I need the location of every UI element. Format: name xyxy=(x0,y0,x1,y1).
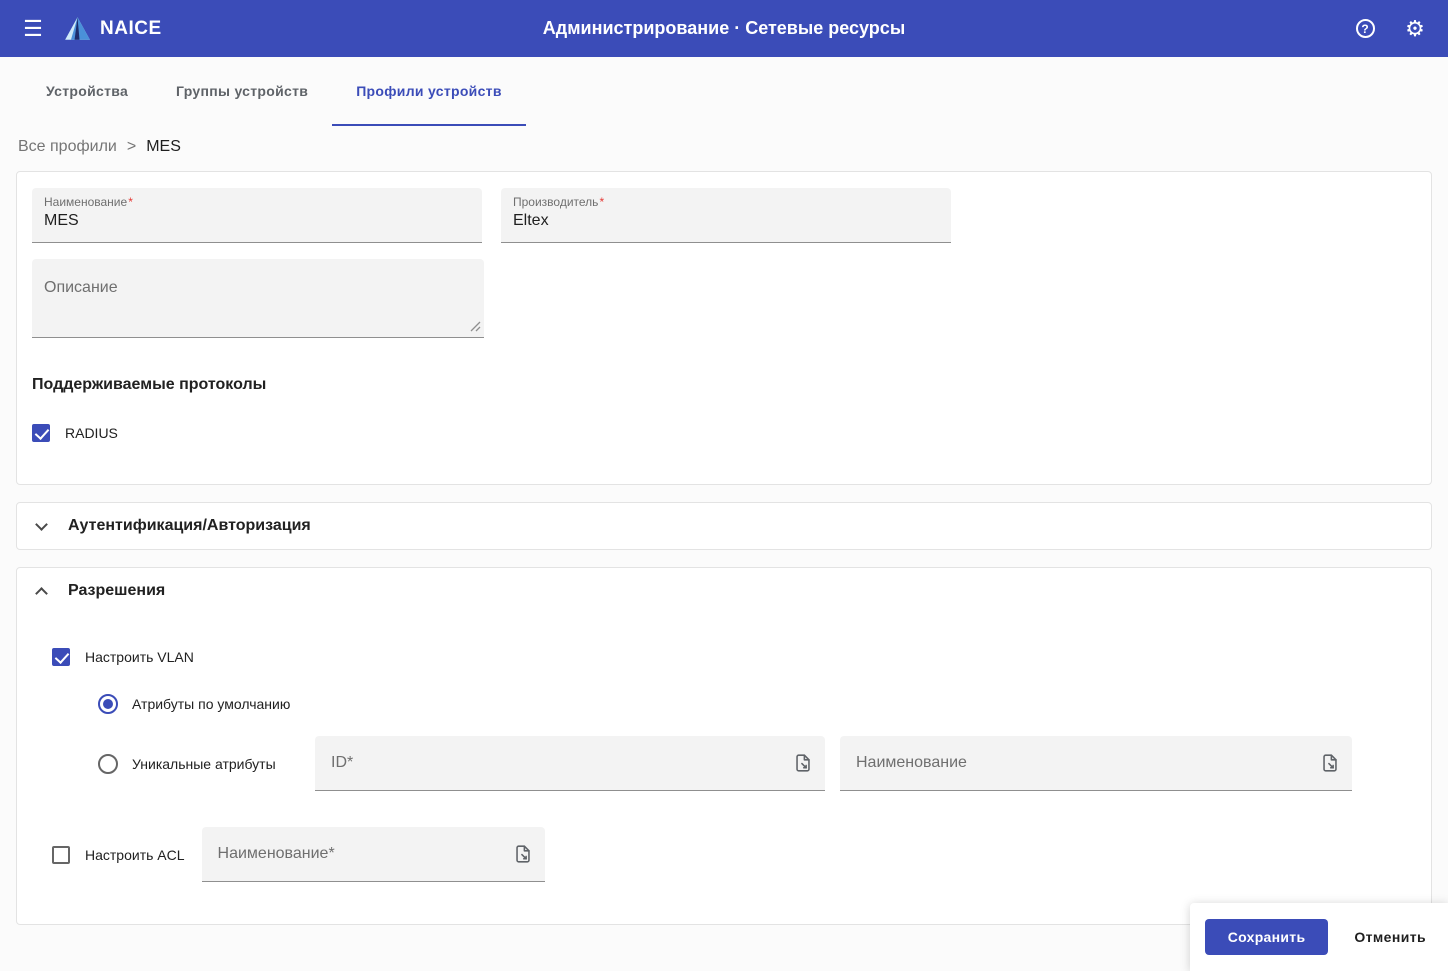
required-asterisk: * xyxy=(128,195,133,209)
auth-section: Аутентификация/Авторизация xyxy=(16,502,1432,550)
required-asterisk: * xyxy=(599,195,604,209)
tab-device-groups[interactable]: Группы устройств xyxy=(152,57,332,126)
checkbox-icon xyxy=(52,846,70,864)
description-field xyxy=(32,259,484,338)
profile-form-card: Наименование* Производитель* Поддерживае… xyxy=(16,171,1432,485)
vlan-checkbox[interactable]: Настроить VLAN xyxy=(52,648,1415,666)
vlan-name-input[interactable] xyxy=(854,753,1318,773)
actions-card: Сохранить Отменить xyxy=(1190,903,1448,971)
breadcrumb: Все профили > MES xyxy=(0,126,1448,171)
auth-section-title: Аутентификация/Авторизация xyxy=(68,517,311,535)
appbar-actions: ? ⚙ xyxy=(1346,10,1434,48)
vendor-field-label: Производитель* xyxy=(513,195,939,209)
acl-row: Настроить ACL xyxy=(33,827,1415,882)
chevron-down-icon xyxy=(35,518,48,531)
cancel-button[interactable]: Отменить xyxy=(1350,921,1430,953)
unique-attributes-radio[interactable]: Уникальные атрибуты xyxy=(98,754,297,774)
radio-icon xyxy=(98,754,118,774)
save-button[interactable]: Сохранить xyxy=(1205,919,1329,955)
permissions-section: Разрешения Настроить VLAN Атрибуты по ум… xyxy=(16,567,1432,925)
name-input[interactable] xyxy=(44,209,470,230)
radius-checkbox-label: RADIUS xyxy=(65,425,118,441)
gear-icon: ⚙ xyxy=(1405,18,1425,40)
unique-attributes-radio-label: Уникальные атрибуты xyxy=(132,756,276,772)
vlan-id-field[interactable] xyxy=(315,736,825,791)
help-icon: ? xyxy=(1356,19,1375,38)
breadcrumb-all-profiles[interactable]: Все профили xyxy=(18,138,117,156)
menu-button[interactable]: ☰ xyxy=(14,10,52,48)
breadcrumb-separator: > xyxy=(127,138,136,156)
default-attributes-radio-label: Атрибуты по умолчанию xyxy=(132,696,290,712)
tab-device-profiles[interactable]: Профили устройств xyxy=(332,57,526,126)
chevron-up-icon xyxy=(35,587,48,600)
vendor-field[interactable]: Производитель* xyxy=(501,188,951,243)
vlan-name-field[interactable] xyxy=(840,736,1352,791)
radio-icon xyxy=(98,694,118,714)
permissions-section-title: Разрешения xyxy=(68,582,165,600)
acl-name-input[interactable] xyxy=(216,844,511,864)
settings-button[interactable]: ⚙ xyxy=(1396,10,1434,48)
page-title: Администрирование · Сетевые ресурсы xyxy=(543,18,905,39)
vendor-input[interactable] xyxy=(513,209,939,230)
help-button[interactable]: ? xyxy=(1346,10,1384,48)
default-attributes-radio[interactable]: Атрибуты по умолчанию xyxy=(98,694,1415,714)
tab-bar: Устройства Группы устройств Профили устр… xyxy=(0,57,1448,126)
acl-name-field[interactable] xyxy=(202,827,545,882)
acl-checkbox-label: Настроить ACL xyxy=(85,847,185,863)
acl-checkbox[interactable]: Настроить ACL xyxy=(52,846,185,864)
hamburger-icon: ☰ xyxy=(23,18,43,40)
name-field-label: Наименование* xyxy=(44,195,470,209)
description-input[interactable] xyxy=(32,259,484,338)
radius-checkbox[interactable]: RADIUS xyxy=(32,424,1416,442)
name-field[interactable]: Наименование* xyxy=(32,188,482,243)
naice-logo-icon xyxy=(64,16,91,41)
checkbox-icon xyxy=(52,648,70,666)
app-bar: ☰ NAICE Администрирование · Сетевые ресу… xyxy=(0,0,1448,57)
brand: NAICE xyxy=(64,16,162,41)
auth-section-header[interactable]: Аутентификация/Авторизация xyxy=(17,503,1431,549)
protocols-heading: Поддерживаемые протоколы xyxy=(32,376,1416,394)
fields-row: Наименование* Производитель* xyxy=(32,188,1416,243)
insert-attribute-icon[interactable] xyxy=(1318,751,1342,775)
tab-devices[interactable]: Устройства xyxy=(22,57,152,126)
unique-attributes-row: Уникальные атрибуты xyxy=(33,736,1415,791)
checkbox-icon xyxy=(32,424,50,442)
insert-attribute-icon[interactable] xyxy=(791,751,815,775)
vlan-id-input[interactable] xyxy=(329,753,791,773)
breadcrumb-current: MES xyxy=(146,138,181,156)
permissions-section-header[interactable]: Разрешения xyxy=(17,568,1431,614)
insert-attribute-icon[interactable] xyxy=(511,842,535,866)
permissions-body: Настроить VLAN Атрибуты по умолчанию Уни… xyxy=(17,614,1431,924)
vlan-checkbox-label: Настроить VLAN xyxy=(85,649,194,665)
brand-name: NAICE xyxy=(100,18,162,40)
